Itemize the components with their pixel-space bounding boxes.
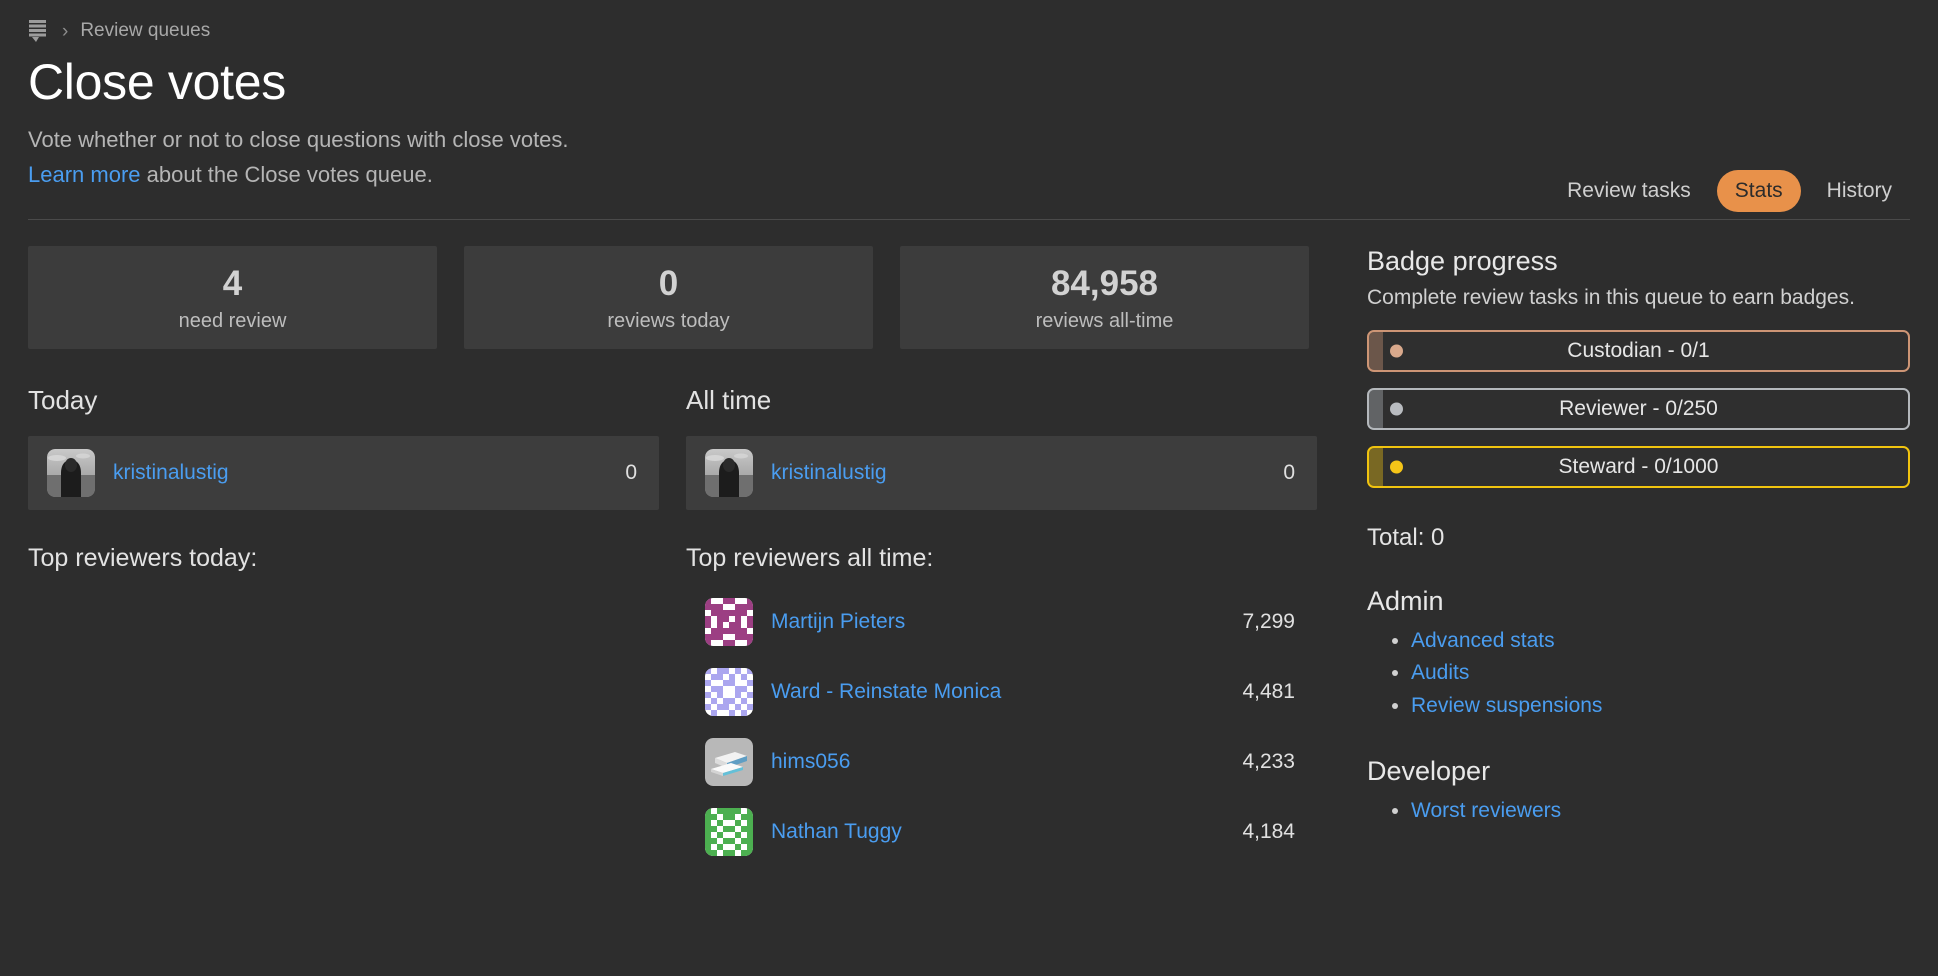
user-review-count: 0: [625, 460, 637, 484]
identicon-avatar: [705, 807, 753, 856]
page-header: Close votes Vote whether or not to close…: [28, 54, 1910, 212]
silver-badge-dot-icon: [1390, 402, 1403, 416]
stat-value: 4: [222, 263, 243, 303]
badge-label: Custodian - 0/1: [1567, 338, 1710, 362]
avatar: [705, 448, 753, 497]
review-queue-icon: [28, 19, 50, 43]
stat-label: reviews all-time: [1035, 309, 1174, 332]
review-queue-stats-page: › Review queues Close votes Vote whether…: [0, 0, 1938, 976]
user-review-count: 4,481: [1242, 679, 1295, 703]
all-time-current-user-row: kristinalustig 0: [686, 435, 1317, 510]
user-link[interactable]: Nathan Tuggy: [771, 820, 1242, 844]
user-link[interactable]: kristinalustig: [771, 461, 1283, 485]
badge-progress-fill: [1369, 331, 1383, 370]
photo-avatar: [705, 737, 753, 786]
user-link[interactable]: Ward - Reinstate Monica: [771, 680, 1242, 704]
list-item: Audits: [1411, 657, 1910, 689]
tab-history[interactable]: History: [1809, 170, 1910, 212]
admin-link-audits[interactable]: Audits: [1411, 661, 1469, 684]
badge-bar-custodian[interactable]: Custodian - 0/1: [1367, 329, 1910, 372]
stat-card-reviews-all-time: 84,958 reviews all-time: [900, 245, 1309, 349]
list-item: Martijn Pieters 7,299: [686, 587, 1317, 657]
badge-bar-reviewer[interactable]: Reviewer - 0/250: [1367, 387, 1910, 430]
stat-card-need-review: 4 need review: [28, 245, 437, 349]
stat-value: 84,958: [1050, 263, 1159, 303]
badge-progress-fill: [1369, 389, 1383, 428]
stat-label: reviews today: [607, 309, 730, 332]
user-review-count: 0: [1283, 460, 1295, 484]
badge-total-label: Total: 0: [1367, 523, 1445, 551]
stats-column: 4 need review 0 reviews today 84,958 rev…: [28, 245, 1331, 867]
summary-stat-cards: 4 need review 0 reviews today 84,958 rev…: [28, 245, 1331, 349]
admin-links-list: Advanced stats Audits Review suspensions: [1367, 625, 1910, 722]
admin-link-advanced-stats[interactable]: Advanced stats: [1411, 629, 1555, 652]
today-column: Today kristinalustig 0 Top reviewers tod…: [28, 385, 659, 867]
gold-badge-dot-icon: [1390, 460, 1403, 474]
user-link[interactable]: Martijn Pieters: [771, 610, 1242, 634]
stat-label: need review: [178, 309, 287, 332]
badge-progress-description: Complete review tasks in this queue to e…: [1367, 285, 1855, 309]
badge-label: Reviewer - 0/250: [1559, 396, 1718, 420]
list-item: Advanced stats: [1411, 625, 1910, 657]
user-review-count: 4,233: [1242, 749, 1295, 773]
top-reviewers-all-time-list: Martijn Pieters 7,299 Ward - Reinstate M…: [686, 587, 1317, 867]
all-time-column: All time kristinalustig 0 Top reviewers …: [686, 385, 1317, 867]
developer-links-list: Worst reviewers: [1367, 795, 1910, 827]
tab-stats[interactable]: Stats: [1716, 170, 1801, 212]
bronze-badge-dot-icon: [1390, 344, 1403, 358]
avatar: [47, 448, 95, 497]
learn-more-suffix: about the Close votes queue.: [140, 161, 433, 187]
list-item: Worst reviewers: [1411, 795, 1910, 827]
user-review-count: 7,299: [1242, 609, 1295, 633]
reviewer-columns: Today kristinalustig 0 Top reviewers tod…: [28, 385, 1331, 867]
page-nav-tabs: Review tasks Stats History: [1549, 170, 1910, 212]
list-item: Nathan Tuggy 4,184: [686, 797, 1317, 867]
list-item: hims056 4,233: [686, 727, 1317, 797]
learn-more-link[interactable]: Learn more: [28, 162, 141, 187]
list-item: Review suspensions: [1411, 690, 1910, 722]
user-link[interactable]: kristinalustig: [113, 461, 625, 485]
sidebar: Badge progress Complete review tasks in …: [1331, 246, 1910, 867]
stat-card-reviews-today: 0 reviews today: [464, 245, 873, 349]
admin-heading: Admin: [1367, 585, 1444, 616]
developer-heading: Developer: [1367, 756, 1491, 787]
user-link[interactable]: hims056: [771, 750, 1242, 774]
today-heading: Today: [28, 384, 98, 415]
identicon-avatar: [705, 597, 753, 646]
top-reviewers-all-time-heading: Top reviewers all time:: [686, 543, 934, 572]
breadcrumb-separator-icon: ›: [62, 20, 69, 42]
breadcrumb: › Review queues: [28, 0, 1910, 52]
tab-review-tasks[interactable]: Review tasks: [1549, 170, 1709, 212]
badge-progress-fill: [1369, 447, 1383, 486]
badge-label: Steward - 0/1000: [1558, 454, 1719, 478]
today-current-user-row: kristinalustig 0: [28, 435, 659, 510]
admin-link-review-suspensions[interactable]: Review suspensions: [1411, 694, 1602, 717]
breadcrumb-link-review-queues[interactable]: Review queues: [80, 20, 210, 42]
page-title: Close votes: [28, 54, 286, 110]
page-subtitle: Vote whether or not to close questions w…: [28, 126, 569, 152]
badge-progress-title: Badge progress: [1367, 245, 1558, 276]
badge-bar-steward[interactable]: Steward - 0/1000: [1367, 445, 1910, 488]
all-time-heading: All time: [686, 384, 772, 415]
identicon-avatar: [705, 667, 753, 716]
top-reviewers-today-heading: Top reviewers today:: [28, 543, 258, 572]
list-item: Ward - Reinstate Monica 4,481: [686, 657, 1317, 727]
main-content: 4 need review 0 reviews today 84,958 rev…: [28, 220, 1910, 867]
user-review-count: 4,184: [1242, 819, 1295, 843]
stat-value: 0: [658, 263, 679, 303]
developer-link-worst-reviewers[interactable]: Worst reviewers: [1411, 799, 1561, 822]
